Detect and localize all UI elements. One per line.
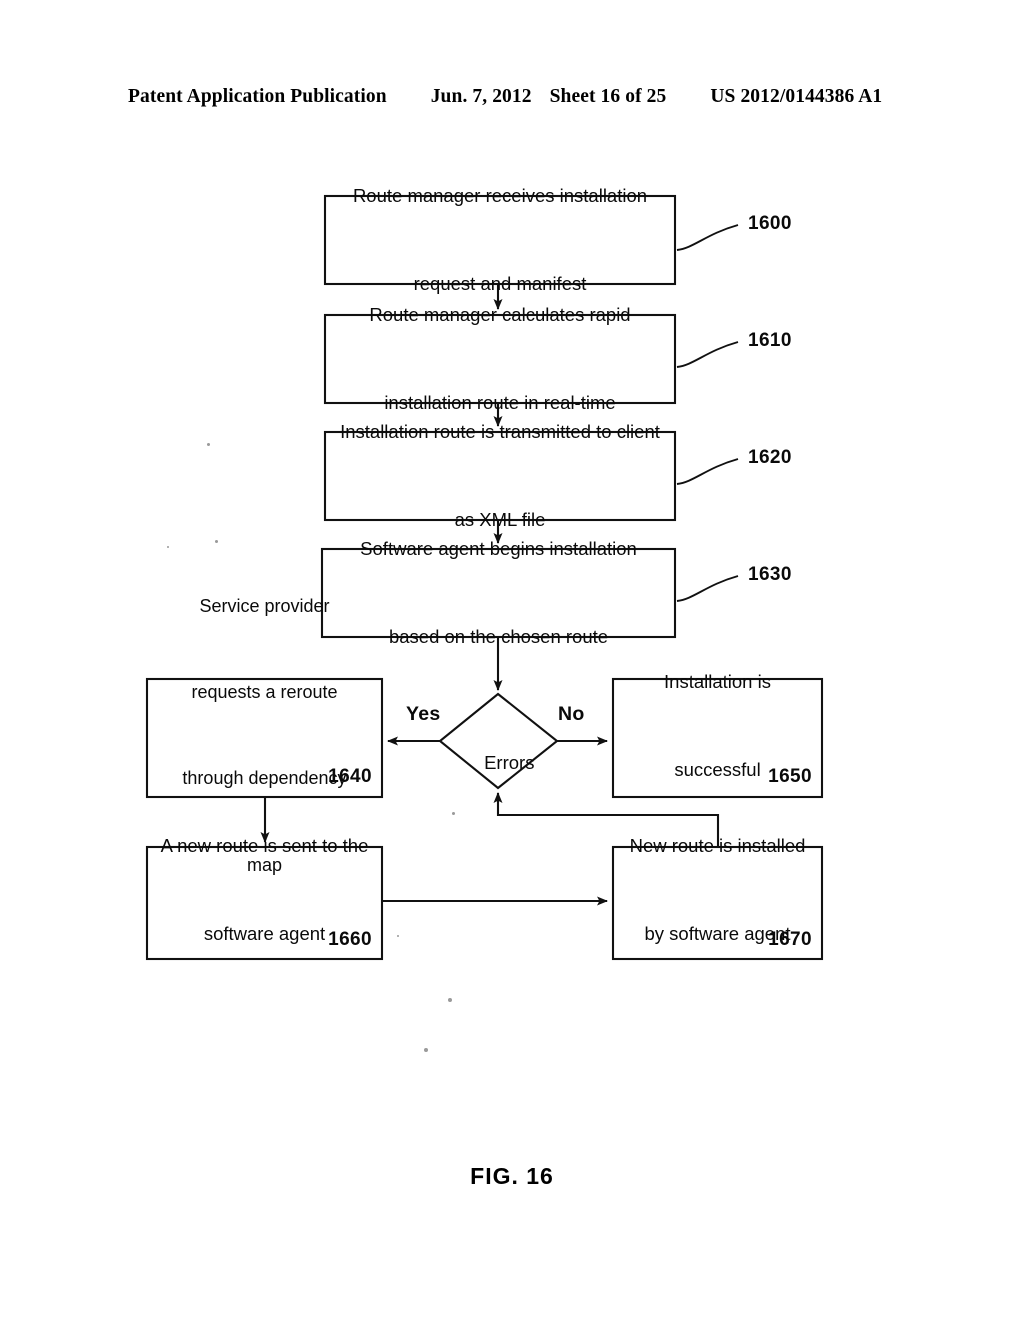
figure-caption: FIG. 16 bbox=[470, 1163, 554, 1189]
scan-artifact bbox=[424, 1048, 428, 1052]
reference-number-1600: 1600 bbox=[748, 213, 792, 234]
scan-artifact bbox=[397, 935, 399, 937]
node-label-1620: Installation route is transmitted to cli… bbox=[322, 421, 678, 531]
node-label-1670-line1: New route is installed bbox=[629, 834, 806, 856]
node-label-1610-line1: Route manager calculates rapid bbox=[369, 303, 631, 325]
scan-artifact bbox=[452, 812, 455, 815]
node-label-1620-line2: as XML file bbox=[454, 509, 546, 531]
scan-artifact bbox=[448, 998, 452, 1002]
branch-label-yes: Yes bbox=[406, 703, 441, 725]
node-label-1660: A new route is sent to the software agen… bbox=[147, 835, 382, 945]
scan-artifact bbox=[167, 546, 169, 548]
reference-number-1650: 1650 bbox=[768, 766, 812, 787]
leader-line-1630 bbox=[676, 575, 739, 602]
reference-number-1640: 1640 bbox=[328, 766, 372, 787]
node-label-1650: Installation is successful bbox=[613, 671, 822, 781]
node-label-1660-line1: A new route is sent to the bbox=[160, 834, 369, 856]
node-label-errors: Errors bbox=[440, 730, 558, 797]
leader-line-1600 bbox=[676, 224, 739, 251]
node-label-1620-line1: Installation route is transmitted to cli… bbox=[340, 420, 660, 442]
reference-number-1630: 1630 bbox=[748, 564, 792, 585]
node-label-1670: New route is installed by software agent bbox=[613, 835, 822, 945]
node-label-1650-line1: Installation is bbox=[664, 670, 771, 692]
node-label-1600-line1: Route manager receives installation bbox=[352, 184, 648, 206]
scan-artifact bbox=[215, 540, 218, 543]
leader-line-1620 bbox=[676, 458, 739, 485]
patent-figure: Route manager receives installation requ… bbox=[0, 0, 1024, 1320]
reference-number-1620: 1620 bbox=[748, 447, 792, 468]
node-label-1630-line1: Software agent begins installation bbox=[360, 537, 637, 559]
leader-line-1610 bbox=[676, 341, 739, 368]
decision-label-text: Errors bbox=[484, 752, 535, 774]
scan-artifact bbox=[207, 443, 210, 446]
reference-number-1670: 1670 bbox=[768, 929, 812, 950]
node-label-1640-line1: Service provider bbox=[199, 595, 330, 616]
node-label-1610-line2: installation route in real-time bbox=[384, 392, 616, 414]
node-label-1600: Route manager receives installation requ… bbox=[325, 185, 675, 295]
reference-number-1660: 1660 bbox=[328, 929, 372, 950]
reference-number-1610: 1610 bbox=[748, 330, 792, 351]
node-label-1610: Route manager calculates rapid installat… bbox=[325, 304, 675, 414]
node-label-1640-line2: requests a reroute bbox=[191, 682, 338, 703]
node-label-1600-line2: request and manifest bbox=[413, 273, 587, 295]
branch-label-no: No bbox=[558, 703, 585, 725]
